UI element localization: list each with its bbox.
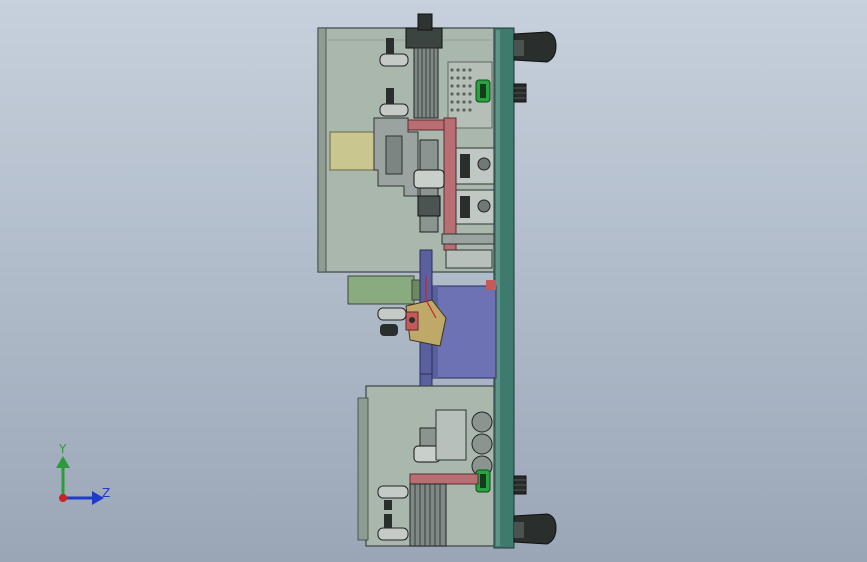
switch-block-upper xyxy=(455,147,495,185)
mounting-bushing-top xyxy=(513,31,557,63)
triad-y-arrow-icon xyxy=(56,456,70,468)
bottom-rail-upper-module xyxy=(441,233,495,269)
assembly-drawing xyxy=(56,13,557,549)
pad-block xyxy=(329,131,375,171)
triad-z-label: Z xyxy=(102,486,111,500)
base-plate xyxy=(493,27,515,549)
cad-viewport[interactable]: Y Z xyxy=(0,0,867,562)
lower-round-ports xyxy=(471,411,493,477)
guide-rail-lower xyxy=(409,473,479,485)
fastener-stud-upper xyxy=(513,83,527,103)
triad-origin-icon xyxy=(59,494,67,502)
green-mount-block xyxy=(347,275,423,305)
switch-block-lower xyxy=(455,189,495,225)
lower-cylinder xyxy=(409,483,447,547)
mounting-bushing-bottom xyxy=(513,513,557,545)
fastener-stud-lower xyxy=(513,475,527,495)
triad-y-label: Y xyxy=(59,442,67,456)
green-ring-sensor-upper xyxy=(475,79,491,103)
coordinate-triad xyxy=(56,456,104,505)
pneumatic-fitting-3 xyxy=(377,307,407,336)
